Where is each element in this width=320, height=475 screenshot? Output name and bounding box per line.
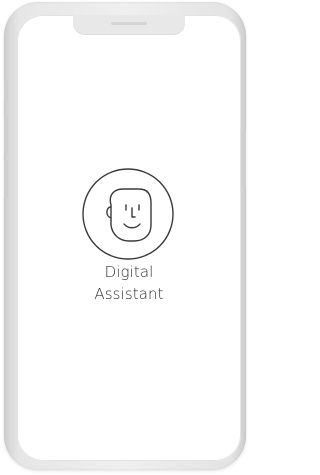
speaker-grille: [111, 22, 147, 25]
app-label-line-2: Assistant: [94, 285, 164, 303]
phone-screen: Digital Assistant: [17, 15, 241, 461]
app-label-line-1: Digital: [104, 263, 154, 281]
notch: [73, 15, 185, 35]
power-button: [242, 130, 246, 188]
face-profile-icon[interactable]: [81, 167, 175, 261]
volume-down-button: [4, 160, 8, 198]
volume-up-button: [4, 116, 8, 154]
phone-frame: Digital Assistant: [4, 2, 246, 470]
mute-switch: [4, 80, 8, 102]
